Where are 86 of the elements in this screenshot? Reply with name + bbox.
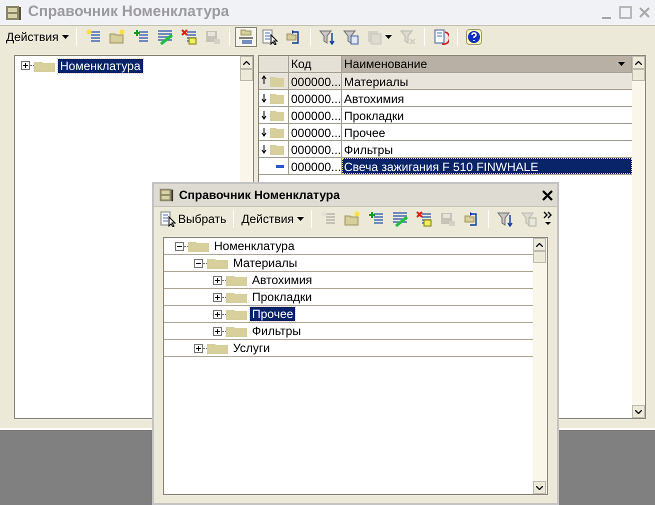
scroll-up-button[interactable] (632, 56, 645, 69)
down-folder-icon (261, 109, 285, 121)
help-icon (466, 28, 482, 44)
refresh-icon (432, 28, 449, 44)
expand-icon[interactable] (213, 326, 222, 336)
collapse-icon[interactable] (194, 258, 203, 268)
cabinet-icon (158, 187, 174, 203)
select-button[interactable]: Выбрать (158, 208, 228, 228)
tree-item[interactable]: Прокладки (250, 290, 314, 304)
scroll-up-button[interactable] (240, 56, 253, 69)
folder-list-icon (238, 28, 254, 44)
folder-icon (226, 325, 248, 337)
list-star-icon (320, 210, 336, 226)
actions-menu[interactable]: Действия (4, 26, 71, 46)
folder-icon (226, 308, 248, 320)
tree-item[interactable]: Фильтры (250, 324, 303, 338)
dialog-title: Справочник Номенклатура (179, 187, 340, 204)
expand-icon[interactable] (213, 292, 222, 302)
funnel-icon (318, 28, 335, 44)
folder-icon (188, 240, 210, 252)
toolbar-button[interactable] (234, 26, 257, 46)
name-cell[interactable]: Свеча зажигания F 510 FINWHALE (342, 158, 632, 174)
scroll-thumb[interactable] (632, 69, 645, 81)
expand-icon[interactable] (194, 344, 203, 352)
funnel-stack-icon (366, 28, 383, 44)
tree-item[interactable]: Прочее (250, 307, 296, 321)
name-cell[interactable]: Прочее (342, 124, 632, 140)
folder-icon (207, 342, 229, 354)
name-cell[interactable]: Фильтры (342, 141, 632, 157)
list-star-icon (84, 28, 101, 44)
name-cell[interactable]: Автохимия (342, 90, 632, 106)
folder-icon (226, 274, 248, 286)
expand-icon[interactable] (21, 61, 30, 70)
down-folder-icon (261, 143, 285, 155)
list-plus-icon (368, 210, 384, 226)
list-cross-icon (416, 210, 432, 226)
sort-arrow-icon (618, 62, 625, 66)
tree-item[interactable]: Автохимия (250, 273, 314, 287)
up-folder-icon (261, 75, 285, 87)
name-cell[interactable]: Прокладки (342, 107, 632, 123)
scroll-thumb[interactable] (240, 69, 253, 81)
collapse-icon[interactable] (175, 242, 184, 250)
close-icon[interactable] (542, 190, 553, 200)
expand-icon[interactable] (213, 310, 222, 318)
list-cross-icon (180, 28, 197, 44)
disk-icon (440, 210, 456, 226)
tree-item[interactable]: Материалы (231, 256, 300, 270)
overflow-icon[interactable] (543, 210, 553, 228)
folder-star-icon (344, 210, 360, 226)
scroll-thumb[interactable] (533, 251, 546, 263)
code-cell: 000000... (289, 141, 342, 157)
funnel-form-icon (520, 210, 537, 226)
scroll-up-button[interactable] (533, 238, 546, 251)
code-cell: 000000... (289, 107, 342, 123)
list-pencil-icon (156, 28, 173, 44)
tree-item[interactable]: Номенклатура (212, 239, 297, 253)
funnel-cross-icon (400, 28, 416, 44)
code-cell: 000000... (289, 124, 342, 140)
expand-icon[interactable] (213, 276, 222, 284)
disk-icon (204, 28, 221, 44)
folder-star-icon (108, 28, 125, 44)
folder-icon (34, 60, 56, 72)
caret-icon (62, 34, 69, 38)
code-cell: 000000... (289, 90, 342, 106)
folder-icon (207, 257, 229, 269)
list-plus-icon (132, 28, 149, 44)
caret-icon (296, 216, 304, 220)
code-cell: 000000... (289, 73, 342, 89)
actions-menu[interactable]: Действия (239, 208, 306, 228)
funnel-form-icon (342, 28, 359, 44)
list-pencil-icon (392, 210, 408, 226)
list-cursor-icon (262, 28, 278, 44)
tree-item[interactable]: Услуги (231, 341, 272, 355)
column-header[interactable]: Наименование (342, 56, 632, 72)
cabinet-icon (4, 4, 22, 22)
folder-icon (226, 291, 248, 303)
name-cell[interactable]: Материалы (342, 73, 632, 89)
list-cursor-icon (160, 210, 176, 226)
funnel-icon (496, 210, 513, 226)
tree-item[interactable]: Номенклатура (58, 58, 143, 72)
down-folder-icon (261, 126, 285, 138)
scroll-down-button[interactable] (632, 405, 645, 418)
window-title: Справочник Номенклатура (28, 2, 230, 22)
scroll-down-button[interactable] (533, 481, 546, 494)
item-icon (276, 164, 284, 168)
down-folder-icon (261, 92, 285, 104)
